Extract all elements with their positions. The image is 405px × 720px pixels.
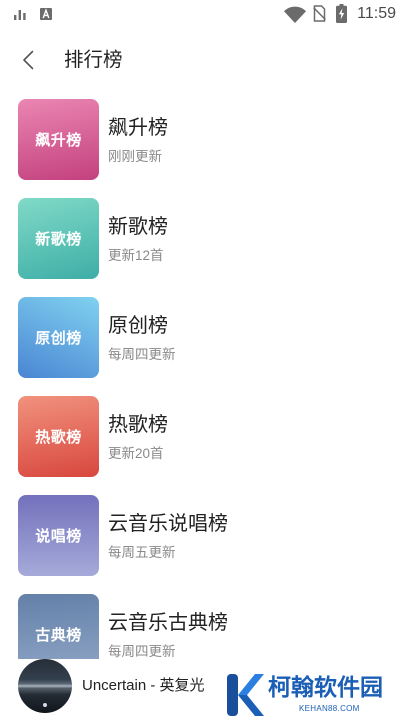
status-bar: 11:59 [0, 0, 405, 28]
chevron-left-icon [23, 50, 34, 70]
chart-cover-label: 原创榜 [35, 330, 82, 347]
signal-bars-icon [14, 10, 26, 20]
wifi-icon [284, 6, 306, 23]
chart-item-rap[interactable]: 说唱榜 云音乐说唱榜 每周五更新 [0, 495, 405, 576]
chart-update-info: 更新20首 [108, 446, 164, 461]
chart-update-info: 更新12首 [108, 248, 164, 263]
album-art-detail [43, 703, 47, 707]
chart-title: 云音乐古典榜 [108, 612, 228, 634]
chart-update-info: 刚刚更新 [108, 149, 162, 164]
back-button[interactable] [14, 42, 42, 78]
top-app-bar: 排行榜 [0, 36, 405, 84]
album-art[interactable] [18, 659, 72, 713]
chart-update-info: 每周五更新 [108, 545, 176, 560]
chart-title: 新歌榜 [108, 216, 168, 238]
chart-title: 云音乐说唱榜 [108, 513, 228, 535]
chart-title: 飙升榜 [108, 117, 168, 139]
chart-item-soaring[interactable]: 飙升榜 飙升榜 刚刚更新 [0, 99, 405, 180]
watermark-domain: KEHAN88.COM [299, 704, 360, 713]
chart-cover-label: 飙升榜 [35, 132, 82, 149]
chart-title: 原创榜 [108, 315, 168, 337]
chart-item-hot-songs[interactable]: 热歌榜 热歌榜 更新20首 [0, 396, 405, 477]
font-a-icon [40, 8, 52, 20]
mini-player[interactable]: Uncertain - 英复光 柯翰软件园 KEHAN88.COM [0, 659, 405, 720]
page-title: 排行榜 [64, 49, 123, 71]
chart-cover: 热歌榜 [18, 396, 99, 477]
chart-cover-label: 新歌榜 [35, 231, 82, 248]
watermark-brand: 柯翰软件园 [268, 674, 383, 700]
chart-list: 飙升榜 飙升榜 刚刚更新 新歌榜 新歌榜 更新12首 原创榜 原创榜 每周四更新… [0, 99, 405, 693]
now-playing-title: Uncertain - 英复光 [82, 677, 205, 694]
battery-charging-icon [336, 4, 347, 23]
kehan-k-logo-icon [227, 674, 264, 716]
no-sim-icon [313, 5, 326, 22]
status-time: 11:59 [357, 5, 396, 22]
chart-cover-label: 说唱榜 [35, 528, 82, 545]
chart-cover-label: 热歌榜 [35, 429, 82, 446]
chart-cover: 飙升榜 [18, 99, 99, 180]
chart-title: 热歌榜 [108, 414, 168, 436]
chart-cover: 说唱榜 [18, 495, 99, 576]
chart-update-info: 每周四更新 [108, 347, 176, 362]
chart-item-original[interactable]: 原创榜 原创榜 每周四更新 [0, 297, 405, 378]
chart-cover: 原创榜 [18, 297, 99, 378]
chart-cover: 新歌榜 [18, 198, 99, 279]
chart-item-new-songs[interactable]: 新歌榜 新歌榜 更新12首 [0, 198, 405, 279]
chart-cover-label: 古典榜 [35, 627, 82, 644]
